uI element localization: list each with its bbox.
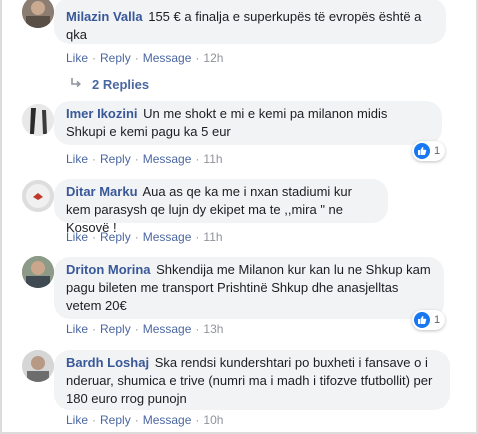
avatar[interactable] — [22, 180, 54, 212]
reaction-number: 1 — [434, 314, 441, 326]
reaction-number: 1 — [434, 145, 441, 157]
comment-thread: Milazin Valla 155 € a finalja e superkup… — [0, 0, 478, 434]
thumbs-up-icon — [414, 312, 430, 328]
comment-actions: Like · Reply · Message · 13h — [66, 322, 224, 336]
like-link[interactable]: Like — [66, 230, 88, 244]
view-replies-link[interactable]: 2 Replies — [70, 77, 149, 92]
timestamp[interactable]: 13h — [203, 322, 223, 336]
avatar[interactable] — [22, 0, 54, 28]
comment-bubble: Milazin Valla 155 € a finalja e superkup… — [54, 0, 446, 44]
avatar[interactable] — [22, 104, 54, 136]
commenter-name[interactable]: Imer Ikozini — [66, 106, 138, 121]
comment-actions: Like · Reply · Message · 11h — [66, 152, 223, 166]
like-link[interactable]: Like — [66, 413, 88, 427]
reply-link[interactable]: Reply — [100, 230, 131, 244]
reply-link[interactable]: Reply — [100, 322, 131, 336]
comment-actions: Like · Reply · Message · 10h — [66, 413, 224, 427]
reaction-count[interactable]: 1 — [412, 310, 446, 330]
message-link[interactable]: Message — [143, 413, 192, 427]
like-link[interactable]: Like — [66, 152, 88, 166]
message-link[interactable]: Message — [143, 230, 192, 244]
message-link[interactable]: Message — [143, 152, 192, 166]
thumbs-up-icon — [414, 143, 430, 159]
comment-actions: Like · Reply · Message · 11h — [66, 230, 223, 244]
commenter-name[interactable]: Ditar Marku — [66, 184, 138, 199]
reply-link[interactable]: Reply — [100, 152, 131, 166]
comment-bubble: Ditar Marku Aua as qe ka me i nxan stadi… — [54, 179, 388, 235]
reaction-count[interactable]: 1 — [412, 141, 446, 161]
commenter-name[interactable]: Milazin Valla — [66, 9, 143, 24]
timestamp[interactable]: 10h — [203, 413, 223, 427]
timestamp[interactable]: 11h — [203, 152, 222, 166]
message-link[interactable]: Message — [143, 51, 192, 65]
comment-bubble: Driton Morina Shkendija me Milanon kur k… — [54, 257, 444, 319]
avatar[interactable] — [22, 256, 54, 288]
like-link[interactable]: Like — [66, 322, 88, 336]
comment-bubble: Imer Ikozini Un me shokt e mi e kemi pa … — [54, 101, 442, 145]
commenter-name[interactable]: Bardh Loshaj — [66, 355, 149, 370]
reply-link[interactable]: Reply — [100, 51, 131, 65]
avatar[interactable] — [22, 350, 54, 382]
reply-arrow-icon — [70, 77, 82, 92]
replies-count: 2 Replies — [92, 77, 150, 92]
reply-link[interactable]: Reply — [100, 413, 131, 427]
comment-actions: Like · Reply · Message · 12h — [66, 51, 224, 65]
timestamp[interactable]: 11h — [203, 230, 222, 244]
commenter-name[interactable]: Driton Morina — [66, 262, 151, 277]
timestamp[interactable]: 12h — [203, 51, 223, 65]
message-link[interactable]: Message — [143, 322, 192, 336]
comment-bubble: Bardh Loshaj Ska rendsi kundershtari po … — [54, 350, 450, 410]
like-link[interactable]: Like — [66, 51, 88, 65]
